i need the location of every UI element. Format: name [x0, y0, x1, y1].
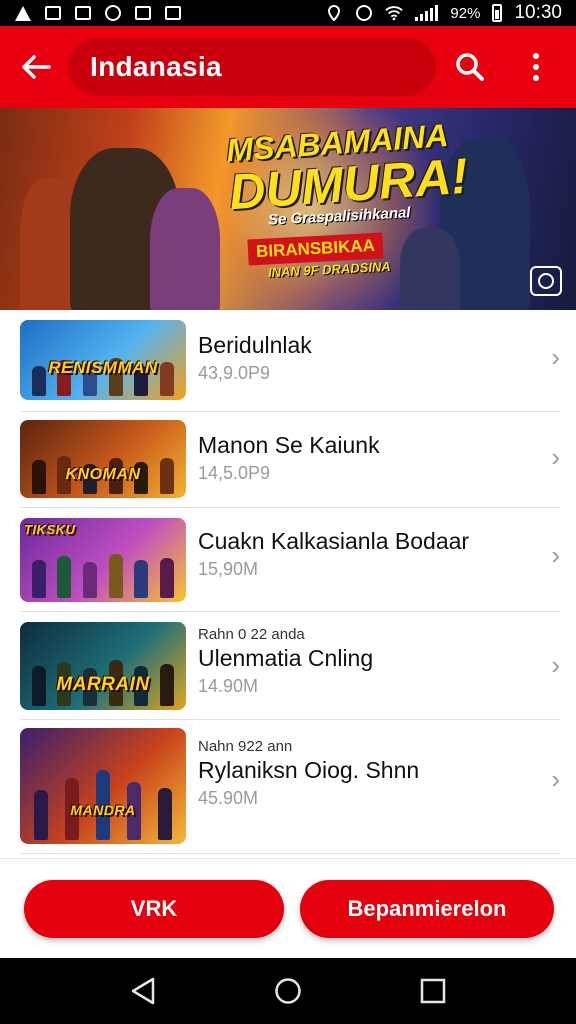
item-name: Manon Se Kaiunk — [198, 432, 380, 458]
image-icon — [44, 5, 62, 21]
triangle-back-icon — [131, 977, 154, 1005]
chevron-right-icon: › — [551, 442, 560, 472]
wifi-icon — [385, 5, 404, 21]
square-recents-icon — [421, 978, 446, 1004]
item-name: Ulenmatia Cnling — [198, 645, 374, 671]
nav-back-button[interactable] — [123, 971, 163, 1011]
item-kicker: Nahn 922 ann — [198, 738, 293, 755]
banner-character — [400, 228, 460, 310]
item-kicker: Rahn 0 22 anda — [198, 626, 305, 643]
battery-icon — [492, 4, 503, 22]
thumbnail-caption: MARRAIN — [56, 674, 150, 695]
search-icon — [456, 53, 484, 81]
signal-icon — [415, 5, 439, 21]
item-name: Rylaniksn Oiog. Shnn — [198, 757, 420, 783]
thumbnail-caption: RENISMMAN — [48, 358, 158, 377]
photo-icon — [74, 5, 92, 21]
arrow-left-icon — [22, 55, 51, 79]
alarm-icon — [355, 5, 373, 21]
title-field[interactable]: Indanasia — [68, 38, 436, 96]
app-bar: Indanasia — [0, 26, 576, 108]
bepanmierelon-button[interactable]: Bepanmierelon — [300, 879, 554, 938]
store-icon — [134, 5, 152, 21]
back-button[interactable] — [12, 43, 60, 91]
thumbnail-caption: TIKSKU — [24, 522, 76, 537]
item-price: 14.90M — [198, 676, 259, 696]
nav-home-button[interactable] — [268, 971, 308, 1011]
warning-icon — [14, 5, 32, 21]
bottom-actions: VRK Bepanmierelon — [0, 858, 576, 958]
banner-title: MSABAMAINA DUMURA! — [225, 116, 470, 221]
banner-character — [150, 188, 220, 310]
more-options-button[interactable] — [514, 45, 558, 89]
clock-icon — [104, 5, 122, 21]
system-nav-bar — [0, 958, 576, 1024]
item-thumbnail: MARRAIN — [20, 622, 186, 710]
item-thumbnail: RENISMMAN — [20, 320, 186, 400]
chevron-right-icon: › — [551, 764, 560, 794]
item-thumbnail: TIKSKU — [20, 518, 186, 602]
status-bar: 92% 10:30 — [0, 0, 576, 26]
list-item[interactable]: RENISMMAN Beridulnlak 43,9.0P9 › — [20, 320, 560, 412]
item-price: 43,9.0P9 — [198, 363, 271, 383]
item-name: Beridulnlak — [198, 332, 312, 358]
battery-percent: 92% — [450, 4, 481, 22]
circle-home-icon — [275, 978, 301, 1004]
chevron-right-icon: › — [551, 540, 560, 570]
item-price: 15,90M — [198, 559, 259, 579]
camera-icon[interactable] — [530, 266, 562, 296]
item-price: 14,5.0P9 — [198, 463, 271, 483]
clock-time: 10:30 — [514, 2, 562, 23]
page-title: Indanasia — [90, 51, 222, 82]
list-item[interactable]: TIKSKU Cuakn Kalkasianla Bodaar 15,90M › — [20, 508, 560, 612]
list-item[interactable]: MARRAIN Rahn 0 22 anda Ulenmatia Cnling … — [20, 612, 560, 720]
chevron-right-icon: › — [551, 342, 560, 372]
list-item[interactable]: KNOMAN Manon Se Kaiunk 14,5.0P9 › — [20, 412, 560, 508]
thumbnail-caption: MANDRA — [70, 802, 136, 818]
item-thumbnail: MANDRA — [20, 728, 186, 844]
search-button[interactable] — [448, 45, 492, 89]
vrk-button[interactable]: VRK — [24, 879, 284, 938]
chevron-right-icon: › — [551, 650, 560, 680]
promo-banner[interactable]: MSABAMAINA DUMURA! Se Graspalisihkanal B… — [0, 108, 576, 310]
more-vert-icon — [533, 53, 539, 81]
list-item[interactable]: MANDRA Nahn 922 ann Rylaniksn Oiog. Shnn… — [20, 720, 560, 854]
item-price: 45.90M — [198, 788, 259, 808]
thumbnail-caption: KNOMAN — [65, 466, 141, 483]
download-icon — [164, 5, 182, 21]
item-thumbnail: KNOMAN — [20, 420, 186, 498]
location-icon — [325, 5, 343, 21]
item-name: Cuakn Kalkasianla Bodaar — [198, 528, 470, 554]
nav-recents-button[interactable] — [413, 971, 453, 1011]
